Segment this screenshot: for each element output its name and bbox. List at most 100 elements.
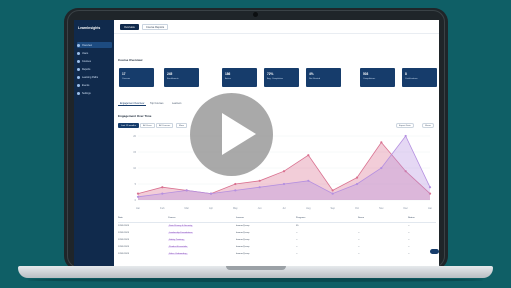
share-button[interactable]: Share (422, 123, 434, 128)
subtab-top-courses[interactable]: Top Courses (148, 101, 165, 106)
filter-more[interactable]: More (176, 123, 187, 128)
cell-course-link[interactable]: Sales Onboarding (168, 253, 188, 255)
cell-course-link[interactable]: Safety Training (168, 239, 185, 241)
cell-learner: learner@corp (236, 253, 250, 255)
sidebar-item-overview[interactable]: Overview (77, 42, 112, 48)
tab-overview[interactable]: Overview (120, 24, 139, 30)
stat-label: Courses (122, 78, 131, 80)
table-row[interactable]: 12/01/2023 Safety Training learner@corp … (118, 238, 436, 245)
sidebar-item-learning-paths[interactable]: Learning Paths (77, 74, 112, 80)
camera-dot (253, 12, 258, 17)
data-point (404, 134, 407, 138)
x-tick-label: Aug (306, 207, 311, 210)
y-tick-label: 10 (133, 167, 136, 170)
data-point (258, 186, 261, 189)
data-point (355, 182, 359, 186)
column-header: Score (358, 217, 365, 219)
column-header: Course (168, 217, 176, 219)
sidebar-item-settings[interactable]: Settings (77, 90, 112, 96)
stat-value: 503 (363, 72, 369, 76)
data-point (380, 166, 383, 170)
path-icon (77, 75, 80, 79)
cell-date: 12/01/2023 (118, 232, 129, 234)
stat-card[interactable]: 17 Courses (119, 68, 154, 87)
data-point (331, 189, 334, 192)
tab-course-reports[interactable]: Course Reports (142, 24, 169, 30)
x-tick-label: May (233, 207, 238, 210)
x-tick-label: Jul (282, 207, 286, 210)
cell-score: -- (358, 246, 360, 248)
stat-card[interactable]: 72% Avg. Completion (264, 68, 299, 87)
x-tick-label: Jan (136, 207, 141, 210)
subtab-engagement[interactable]: Engagement Overview (118, 101, 147, 106)
cell-learner: learner@corp (236, 246, 250, 248)
x-tick-label: Dec (403, 207, 408, 210)
export-button[interactable]: Export Data (396, 123, 414, 128)
laptop-shadow (28, 278, 483, 282)
cell-progress: 35 (296, 225, 299, 227)
y-tick-label: 15 (133, 151, 136, 154)
column-header: Date (118, 217, 123, 219)
y-tick-label: 0 (135, 199, 137, 202)
table-row[interactable]: 12/01/2023 Sales Onboarding learner@corp… (118, 252, 436, 259)
cell-score: -- (358, 253, 360, 255)
cell-progress: -- (296, 253, 298, 255)
sidebar-item-users[interactable]: Users (77, 50, 112, 56)
stat-card[interactable]: 186 Active (222, 68, 257, 87)
filter-period[interactable]: Last 12 months (118, 123, 139, 128)
users-icon (77, 51, 80, 55)
stat-card[interactable]: 4% Not Started (306, 68, 341, 87)
cell-course-link[interactable]: Data Privacy & Security (168, 225, 193, 227)
data-point (234, 189, 237, 192)
y-tick-label: 20 (133, 135, 136, 138)
chart-icon (77, 67, 80, 71)
filter-courses[interactable]: All Courses (156, 123, 174, 128)
cell-course-link[interactable]: Product Essentials (168, 246, 189, 248)
chat-widget-button[interactable] (430, 249, 439, 254)
data-point (234, 182, 237, 186)
stat-card[interactable]: 245 Enrollments (164, 68, 199, 87)
data-point (136, 195, 140, 198)
x-tick-label: Jun (258, 207, 263, 210)
sidebar-item-events[interactable]: Events (77, 82, 112, 88)
data-point (428, 186, 432, 189)
data-point (136, 192, 140, 195)
cell-course-link[interactable]: Leadership Foundations (168, 232, 194, 234)
data-point (282, 182, 286, 186)
cell-date: 12/01/2023 (118, 253, 129, 255)
brand-logo: LearnInsights (78, 26, 101, 30)
table-row[interactable]: 12/01/2023 Product Essentials learner@co… (118, 245, 436, 252)
play-icon (222, 113, 256, 155)
stat-value: 4% (309, 72, 314, 76)
x-tick-label: Apr (209, 207, 213, 210)
cell-date: 12/01/2023 (118, 246, 129, 248)
home-icon (77, 43, 80, 47)
sidebar-item-label: Courses (82, 59, 91, 63)
cell-status: -- (408, 246, 410, 248)
gear-icon (77, 91, 80, 95)
x-tick-label: Mar (185, 207, 189, 210)
stat-card[interactable]: 503 Completions (360, 68, 395, 87)
table-row[interactable]: 12/01/2023 Data Privacy & Security learn… (118, 224, 436, 231)
sidebar-item-label: Users (82, 51, 89, 55)
data-point (161, 192, 164, 195)
stat-label: Active (225, 78, 231, 80)
sidebar-item-courses[interactable]: Courses (77, 58, 112, 64)
cell-status: -- (408, 239, 410, 241)
data-point (258, 179, 261, 182)
cell-score: -- (358, 232, 360, 234)
stat-label: Enrollments (167, 78, 179, 80)
stat-label: Certifications (405, 78, 418, 80)
subtab-learners[interactable]: Learners (170, 101, 183, 106)
data-point (209, 192, 213, 195)
table-row[interactable]: 12/01/2023 Leadership Foundations learne… (118, 231, 436, 238)
filter-users[interactable]: All Users (140, 123, 155, 128)
cell-score: -- (358, 239, 360, 241)
y-tick-label: 5 (135, 183, 137, 186)
cell-learner: learner@corp (236, 225, 250, 227)
sidebar-item-label: Events (82, 83, 90, 87)
stat-label: Avg. Completion (267, 78, 284, 80)
stat-card[interactable]: 8 Certifications (402, 68, 437, 87)
sidebar-item-reports[interactable]: Reports (77, 66, 112, 72)
stat-value: 8 (405, 72, 407, 76)
